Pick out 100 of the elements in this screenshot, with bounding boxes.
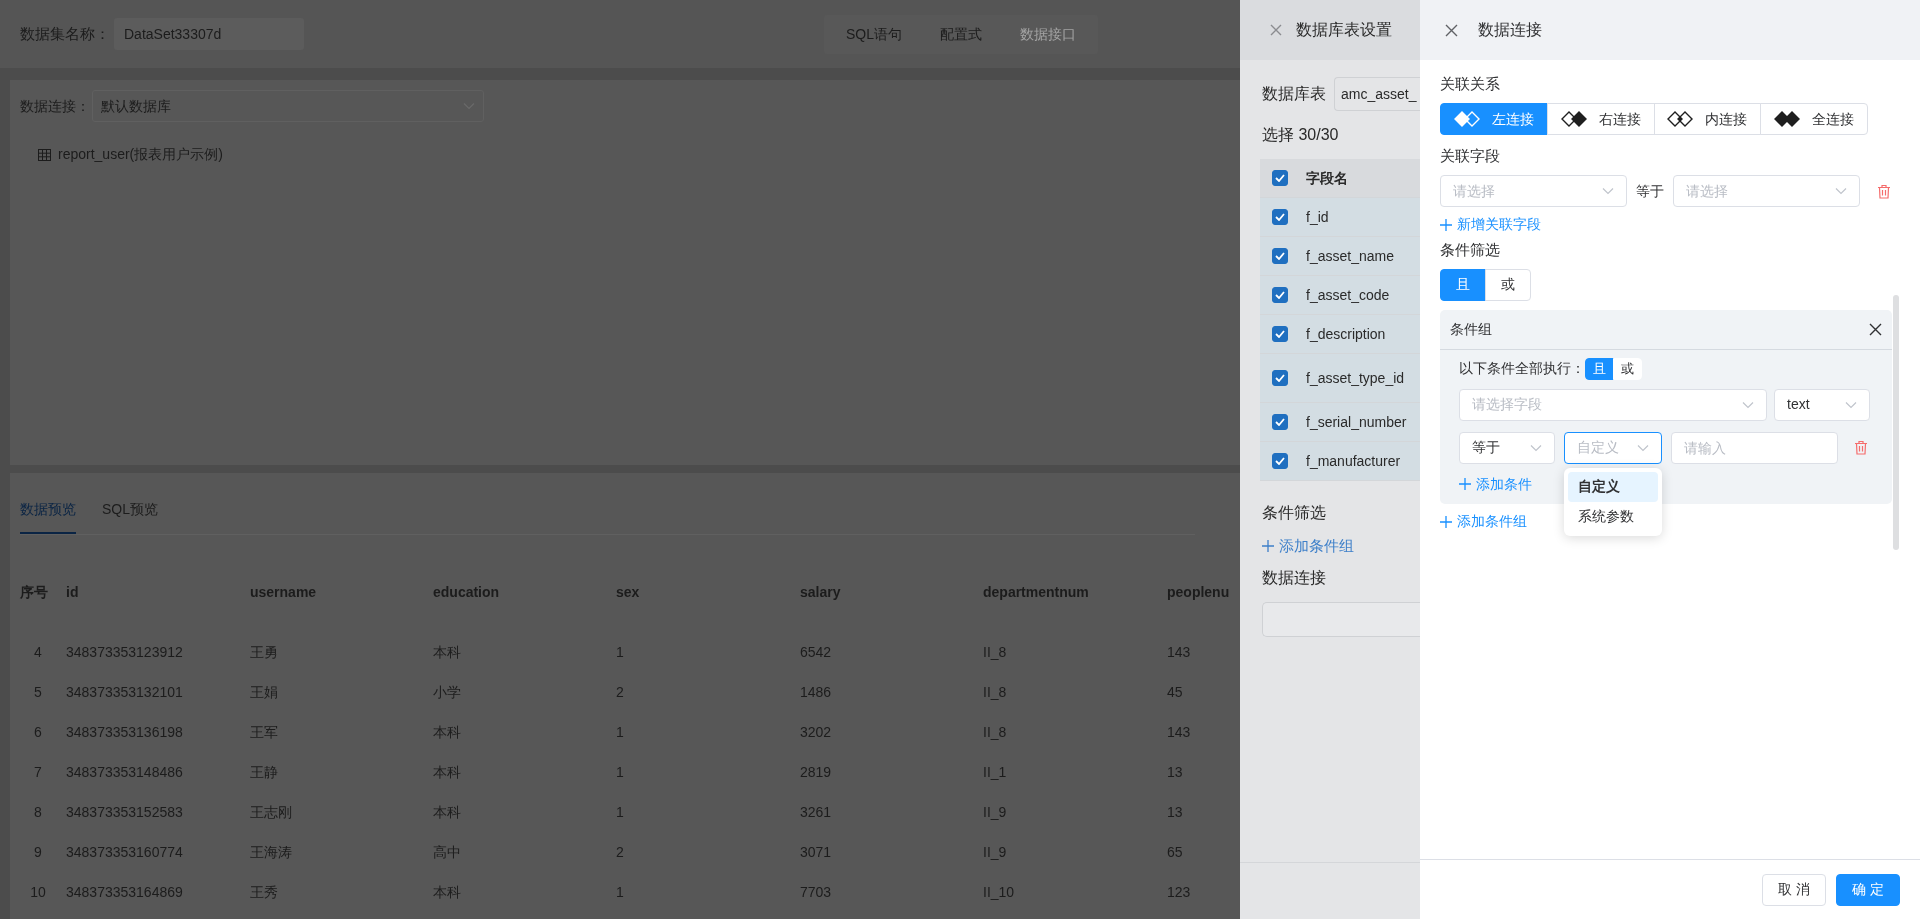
plus-icon [1459, 478, 1471, 490]
checkbox[interactable] [1272, 170, 1288, 186]
check-icon [1275, 174, 1285, 182]
field-name: f_manufacturer [1306, 451, 1401, 471]
table-cell-text: 3202 [800, 722, 833, 742]
field-select[interactable]: 请选择 [1440, 175, 1627, 207]
dataset-name-field[interactable]: DataSet33307d [114, 18, 304, 50]
selection-count: 选择 30/30 [1262, 125, 1340, 145]
table-cell-text: 本科 [433, 722, 462, 742]
value-field[interactable]: 请输入 [1671, 431, 1838, 464]
table-cell-text: 本科 [433, 642, 462, 662]
dropdown-option[interactable]: 自定义 [1568, 471, 1658, 502]
connection-field[interactable] [1262, 602, 1420, 638]
cancel-button[interactable]: 取 消 [1762, 873, 1827, 906]
column-header: 序号 [20, 583, 49, 602]
logic-toggle[interactable]: 或 [1613, 357, 1642, 380]
type-select[interactable]: text [1774, 388, 1870, 421]
checkbox[interactable] [1272, 370, 1288, 386]
field-row[interactable]: f_description [1260, 315, 1420, 354]
logic-label: 以下条件全部执行： [1459, 359, 1585, 378]
table-cell-text: 13 [1167, 762, 1184, 782]
column-header: sex [616, 583, 641, 602]
checkbox[interactable] [1272, 453, 1288, 469]
join-icon [1560, 111, 1587, 127]
table-cell-text: 2 [616, 682, 625, 702]
field-row[interactable]: f_serial_number [1260, 403, 1420, 442]
close-icon[interactable] [1869, 322, 1882, 336]
filter-label: 条件筛选 [1262, 503, 1327, 523]
scrollbar[interactable] [1893, 295, 1899, 550]
table-cell-text: 3261 [800, 802, 833, 822]
source-select[interactable]: 自定义 [1564, 431, 1662, 464]
preview-tab[interactable]: SQL预览 [102, 499, 158, 534]
section-label: 关联字段 [1440, 146, 1501, 166]
field-name: f_asset_code [1306, 285, 1390, 305]
check-icon [1275, 457, 1285, 465]
trash-icon[interactable] [1854, 440, 1868, 455]
checkbox[interactable] [1272, 414, 1288, 430]
checkbox[interactable] [1272, 248, 1288, 264]
dropdown-option[interactable]: 系统参数 [1568, 501, 1658, 532]
operator-select[interactable]: 等于 [1459, 431, 1555, 464]
trash-icon[interactable] [1877, 183, 1891, 199]
mode-button[interactable]: 配置式 [921, 17, 1001, 51]
join-icon [1667, 111, 1694, 127]
field-row[interactable]: f_id [1260, 198, 1420, 237]
check-icon [1275, 418, 1285, 426]
table-icon [38, 148, 51, 161]
table-cell-text: II_1 [983, 762, 1008, 782]
confirm-button[interactable]: 确 定 [1836, 873, 1900, 906]
table-cell-text: 45 [1167, 682, 1184, 702]
table-cell-text: 13 [1167, 802, 1184, 822]
chevron-down-icon [1602, 187, 1614, 195]
table-cell-text: 348373353123912 [66, 642, 184, 662]
table-cell-text: 348373353136198 [66, 722, 184, 742]
table-cell-text: 8 [33, 802, 43, 822]
join-type-button[interactable]: 全连接 [1760, 103, 1868, 135]
field-row[interactable]: f_manufacturer [1260, 442, 1420, 481]
chevron-down-icon [1835, 187, 1847, 195]
table-cell-text: 348373353132101 [66, 682, 184, 702]
table-cell-text: 3071 [800, 842, 833, 862]
operator-label: 等于 [1636, 181, 1664, 201]
group-title: 条件组 [1450, 319, 1492, 339]
table-cell-text: 4 [33, 642, 43, 662]
field-name: f_serial_number [1306, 412, 1407, 432]
join-type-button[interactable]: 右连接 [1546, 103, 1655, 135]
add-condition-link[interactable]: 添加条件 [1459, 473, 1532, 495]
table-cell-text: 高中 [433, 842, 462, 862]
add-group-link[interactable]: 添加条件组 [1440, 511, 1527, 532]
logic-toggle[interactable]: 或 [1485, 268, 1531, 301]
field-select[interactable]: 请选择 [1673, 175, 1860, 207]
table-cell-text: 348373353164869 [66, 882, 184, 902]
connection-label: 数据连接： [20, 96, 90, 116]
join-type-button[interactable]: 左连接 [1440, 103, 1548, 135]
table-cell-text: 本科 [433, 882, 462, 902]
close-icon [1270, 24, 1282, 36]
mode-button[interactable]: SQL语句 [827, 17, 921, 51]
table-cell-text: II_8 [983, 722, 1008, 742]
table-cell-text: 1 [616, 642, 625, 662]
add-field-link[interactable]: 新增关联字段 [1440, 214, 1541, 235]
close-icon[interactable] [1445, 23, 1458, 37]
plus-icon [1440, 515, 1452, 528]
field-select[interactable]: 请选择字段 [1459, 388, 1767, 421]
join-type-button[interactable]: 内连接 [1653, 103, 1762, 135]
logic-toggle[interactable]: 且 [1440, 268, 1486, 301]
plus-icon [1262, 540, 1274, 553]
field-row[interactable]: f_asset_code [1260, 276, 1420, 315]
checkbox[interactable] [1272, 209, 1288, 225]
chevron-down-icon [1530, 443, 1542, 452]
field-row[interactable]: f_asset_type_id [1260, 354, 1420, 403]
plus-icon [1440, 218, 1452, 231]
checkbox[interactable] [1272, 287, 1288, 303]
logic-toggle[interactable]: 且 [1585, 357, 1614, 380]
chevron-down-icon [1637, 443, 1649, 452]
checkbox[interactable] [1272, 326, 1288, 342]
preview-tab[interactable]: 数据预览 [20, 499, 76, 534]
add-group-link[interactable]: 添加条件组 [1262, 535, 1354, 558]
field-row[interactable]: f_asset_name [1260, 237, 1420, 276]
check-icon [1275, 213, 1285, 221]
table-cell-text: 10 [29, 882, 47, 902]
table-cell-text: 143 [1167, 722, 1192, 742]
table-cell-text: 348373353152583 [66, 802, 184, 822]
